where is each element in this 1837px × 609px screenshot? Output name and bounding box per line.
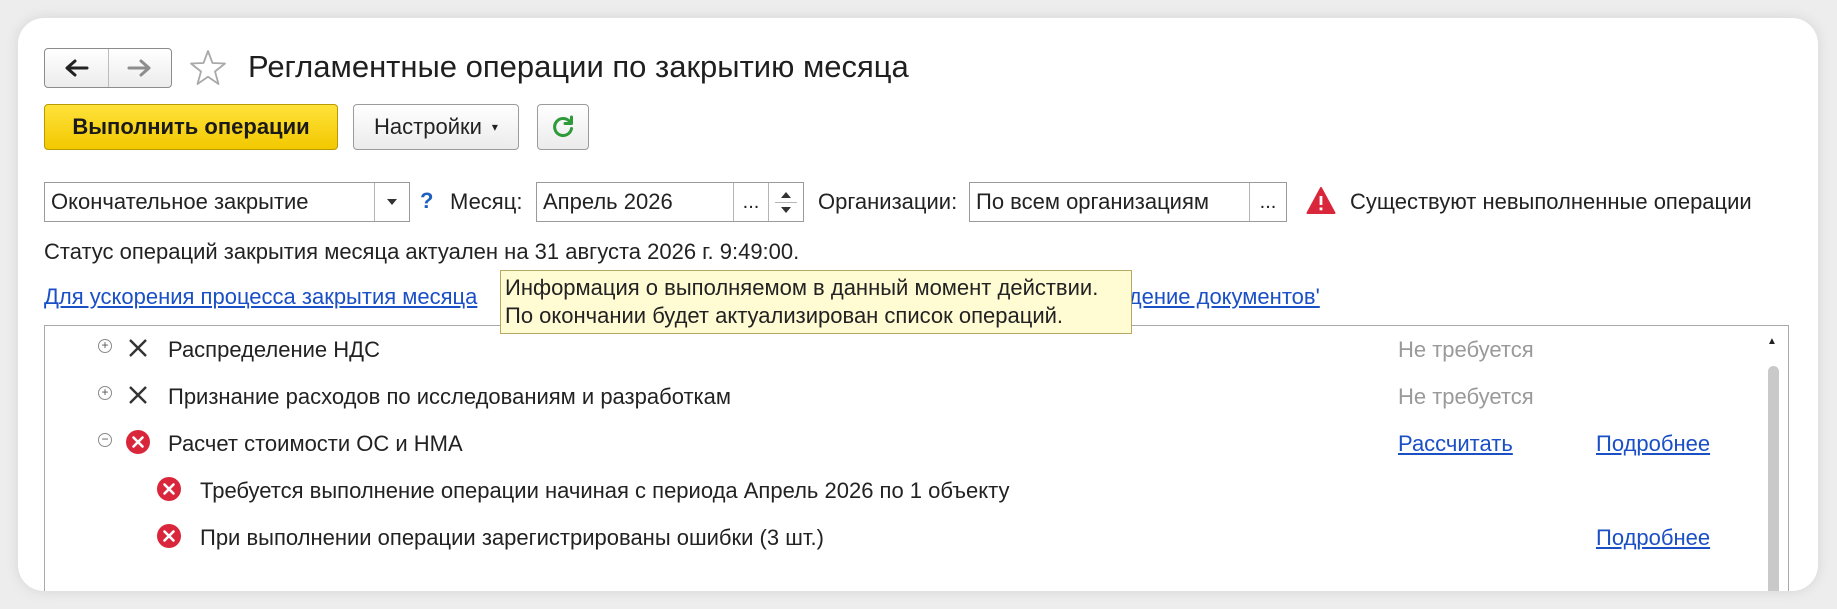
operation-row[interactable]: + Признание расходов по исследованиям и …: [45, 373, 1745, 419]
operation-state: Не требуется: [1398, 384, 1534, 409]
spinner-up-icon[interactable]: [781, 188, 791, 202]
star-icon[interactable]: [188, 48, 228, 88]
operation-message: При выполнении операции зарегистрированы…: [200, 525, 824, 550]
month-field[interactable]: Апрель 2026 ...: [536, 182, 804, 222]
operation-row[interactable]: − Расчет стоимости ОС и НМА Рассчитать П…: [45, 420, 1745, 466]
operation-subrow[interactable]: При выполнении операции зарегистрированы…: [45, 514, 1745, 560]
month-spinner[interactable]: [768, 183, 803, 221]
warning-icon: [1306, 187, 1336, 214]
expand-icon[interactable]: +: [98, 339, 112, 353]
nav-buttons: [44, 48, 172, 88]
error-icon: [157, 477, 181, 501]
settings-label: Настройки: [374, 114, 482, 139]
tooltip-line-1: Информация о выполняемом в данный момент…: [505, 275, 1099, 300]
forward-button[interactable]: [107, 49, 172, 87]
tooltip-line-2: По окончании будет актуализирован список…: [505, 303, 1064, 328]
main-panel: Регламентные операции по закрытию месяца…: [18, 18, 1818, 591]
organizations-label: Организации:: [818, 189, 958, 214]
operation-state: Не требуется: [1398, 337, 1534, 362]
warning-text: Существуют невыполненные операции: [1350, 189, 1752, 214]
operation-label: Признание расходов по исследованиям и ра…: [168, 384, 731, 409]
scrollbar[interactable]: ▲: [1764, 326, 1782, 591]
closing-type-value: Окончательное закрытие: [51, 189, 309, 214]
scrollbar-thumb[interactable]: [1768, 366, 1779, 591]
month-value: Апрель 2026: [543, 189, 673, 214]
run-operations-button[interactable]: Выполнить операции: [44, 104, 338, 150]
arrow-right-icon: [127, 59, 151, 77]
organizations-field[interactable]: По всем организациям ...: [969, 182, 1287, 222]
close-icon: [129, 339, 147, 357]
close-icon: [129, 386, 147, 404]
details-link[interactable]: Подробнее: [1596, 431, 1710, 457]
caret-down-icon: ▾: [491, 120, 498, 134]
chevron-down-icon: [387, 199, 397, 205]
settings-button[interactable]: Настройки ▾: [353, 104, 519, 150]
error-icon: [126, 430, 150, 454]
operation-label: Распределение НДС: [168, 337, 380, 362]
collapse-icon[interactable]: −: [98, 433, 112, 447]
error-icon: [157, 524, 181, 548]
arrow-left-icon: [65, 59, 89, 77]
closing-type-select[interactable]: Окончательное закрытие: [44, 182, 410, 222]
month-select-button[interactable]: ...: [733, 183, 768, 221]
refresh-icon: [553, 115, 573, 137]
month-label: Месяц:: [450, 189, 523, 214]
expand-icon[interactable]: +: [98, 386, 112, 400]
speedup-link[interactable]: Для ускорения процесса закрытия месяца: [44, 284, 477, 310]
status-text: Статус операций закрытия месяца актуален…: [44, 239, 800, 264]
details-link[interactable]: Подробнее: [1596, 525, 1710, 551]
back-button[interactable]: [45, 49, 108, 87]
operation-label: Расчет стоимости ОС и НМА: [168, 431, 463, 456]
tooltip: Информация о выполняемом в данный момент…: [500, 270, 1132, 334]
speedup-link-end[interactable]: едение документов': [1117, 284, 1320, 310]
operations-list[interactable]: + Распределение НДС Не требуется + Призн…: [44, 325, 1789, 591]
organizations-value: По всем организациям: [976, 189, 1210, 214]
dropdown-button[interactable]: [374, 183, 409, 221]
operation-message: Требуется выполнение операции начиная с …: [200, 478, 1010, 503]
scroll-up-icon[interactable]: ▲: [1767, 336, 1777, 347]
help-icon[interactable]: ?: [420, 188, 433, 214]
page-title: Регламентные операции по закрытию месяца: [248, 49, 909, 84]
calculate-link[interactable]: Рассчитать: [1398, 431, 1513, 457]
refresh-button[interactable]: [537, 104, 589, 150]
operation-subrow[interactable]: Требуется выполнение операции начиная с …: [45, 467, 1745, 513]
spinner-down-icon[interactable]: [781, 203, 791, 217]
organizations-select-button[interactable]: ...: [1249, 183, 1286, 221]
